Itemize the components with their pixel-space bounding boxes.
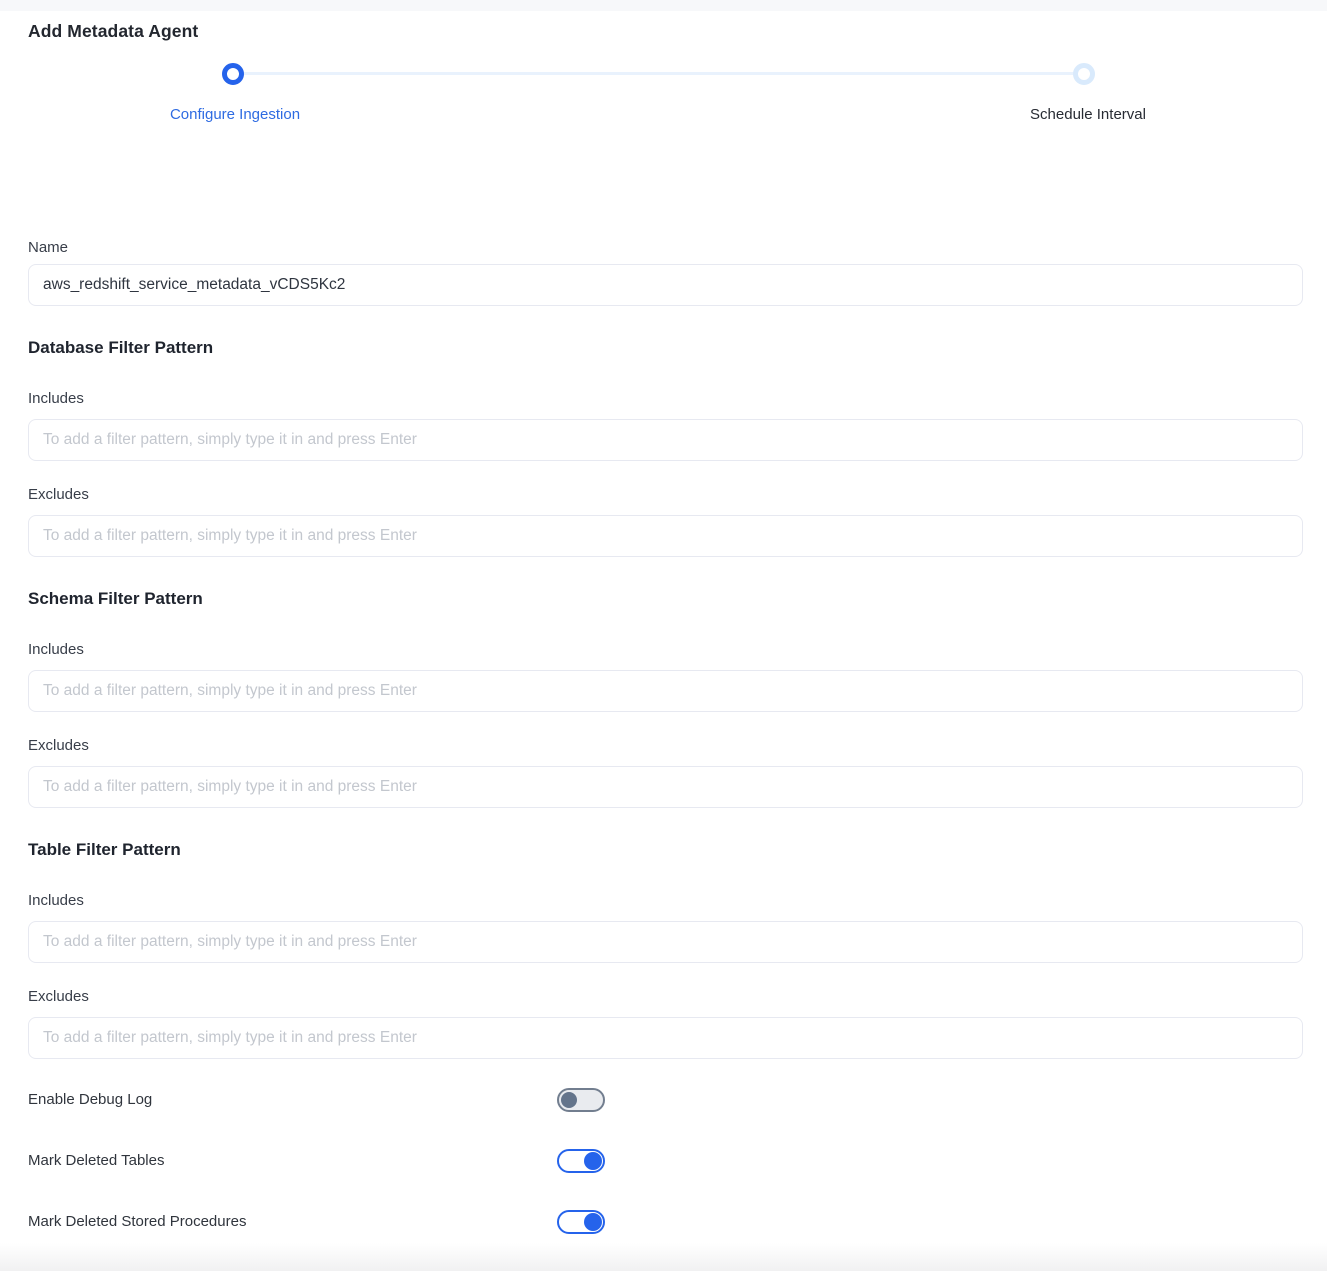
toggle-knob — [561, 1092, 577, 1108]
page-title: Add Metadata Agent — [28, 20, 1303, 42]
toggle-knob — [584, 1152, 602, 1170]
enable-debug-log-label: Enable Debug Log — [28, 1091, 557, 1109]
schema-excludes-label: Excludes — [28, 738, 1303, 754]
schema-includes-label: Includes — [28, 642, 1303, 658]
step-label-schedule-interval[interactable]: Schedule Interval — [1030, 106, 1146, 124]
enable-debug-log-toggle[interactable] — [557, 1088, 605, 1112]
mark-deleted-stored-procedures-toggle[interactable] — [557, 1210, 605, 1234]
table-includes-label: Includes — [28, 893, 1303, 909]
database-includes-label: Includes — [28, 391, 1303, 407]
toggle-knob — [584, 1213, 602, 1231]
step-circle-schedule-interval[interactable] — [1073, 63, 1095, 85]
schema-excludes-input[interactable] — [28, 766, 1303, 808]
mark-deleted-tables-toggle[interactable] — [557, 1149, 605, 1173]
section-title-table-filter: Table Filter Pattern — [28, 840, 1303, 860]
bottom-edge-fade — [0, 1243, 1327, 1271]
section-title-schema-filter: Schema Filter Pattern — [28, 589, 1303, 609]
mark-deleted-stored-procedures-label: Mark Deleted Stored Procedures — [28, 1213, 557, 1231]
name-label: Name — [28, 240, 1303, 256]
stepper-connector-line — [233, 72, 1084, 75]
schema-includes-input[interactable] — [28, 670, 1303, 712]
name-input[interactable] — [28, 264, 1303, 306]
stepper: Configure Ingestion Schedule Interval — [28, 42, 1303, 130]
step-label-configure-ingestion[interactable]: Configure Ingestion — [170, 106, 300, 124]
mark-deleted-stored-procedures-row: Mark Deleted Stored Procedures — [28, 1210, 1303, 1234]
add-metadata-agent-form: Add Metadata Agent Configure Ingestion S… — [0, 20, 1327, 1234]
table-excludes-input[interactable] — [28, 1017, 1303, 1059]
section-title-database-filter: Database Filter Pattern — [28, 338, 1303, 358]
table-includes-input[interactable] — [28, 921, 1303, 963]
database-excludes-label: Excludes — [28, 487, 1303, 503]
mark-deleted-tables-row: Mark Deleted Tables — [28, 1149, 1303, 1173]
database-includes-input[interactable] — [28, 419, 1303, 461]
table-excludes-label: Excludes — [28, 989, 1303, 1005]
mark-deleted-tables-label: Mark Deleted Tables — [28, 1152, 557, 1170]
enable-debug-log-row: Enable Debug Log — [28, 1088, 1303, 1112]
database-excludes-input[interactable] — [28, 515, 1303, 557]
step-circle-configure-ingestion[interactable] — [222, 63, 244, 85]
top-window-strip — [0, 0, 1327, 11]
name-field-block: Name — [28, 240, 1303, 306]
